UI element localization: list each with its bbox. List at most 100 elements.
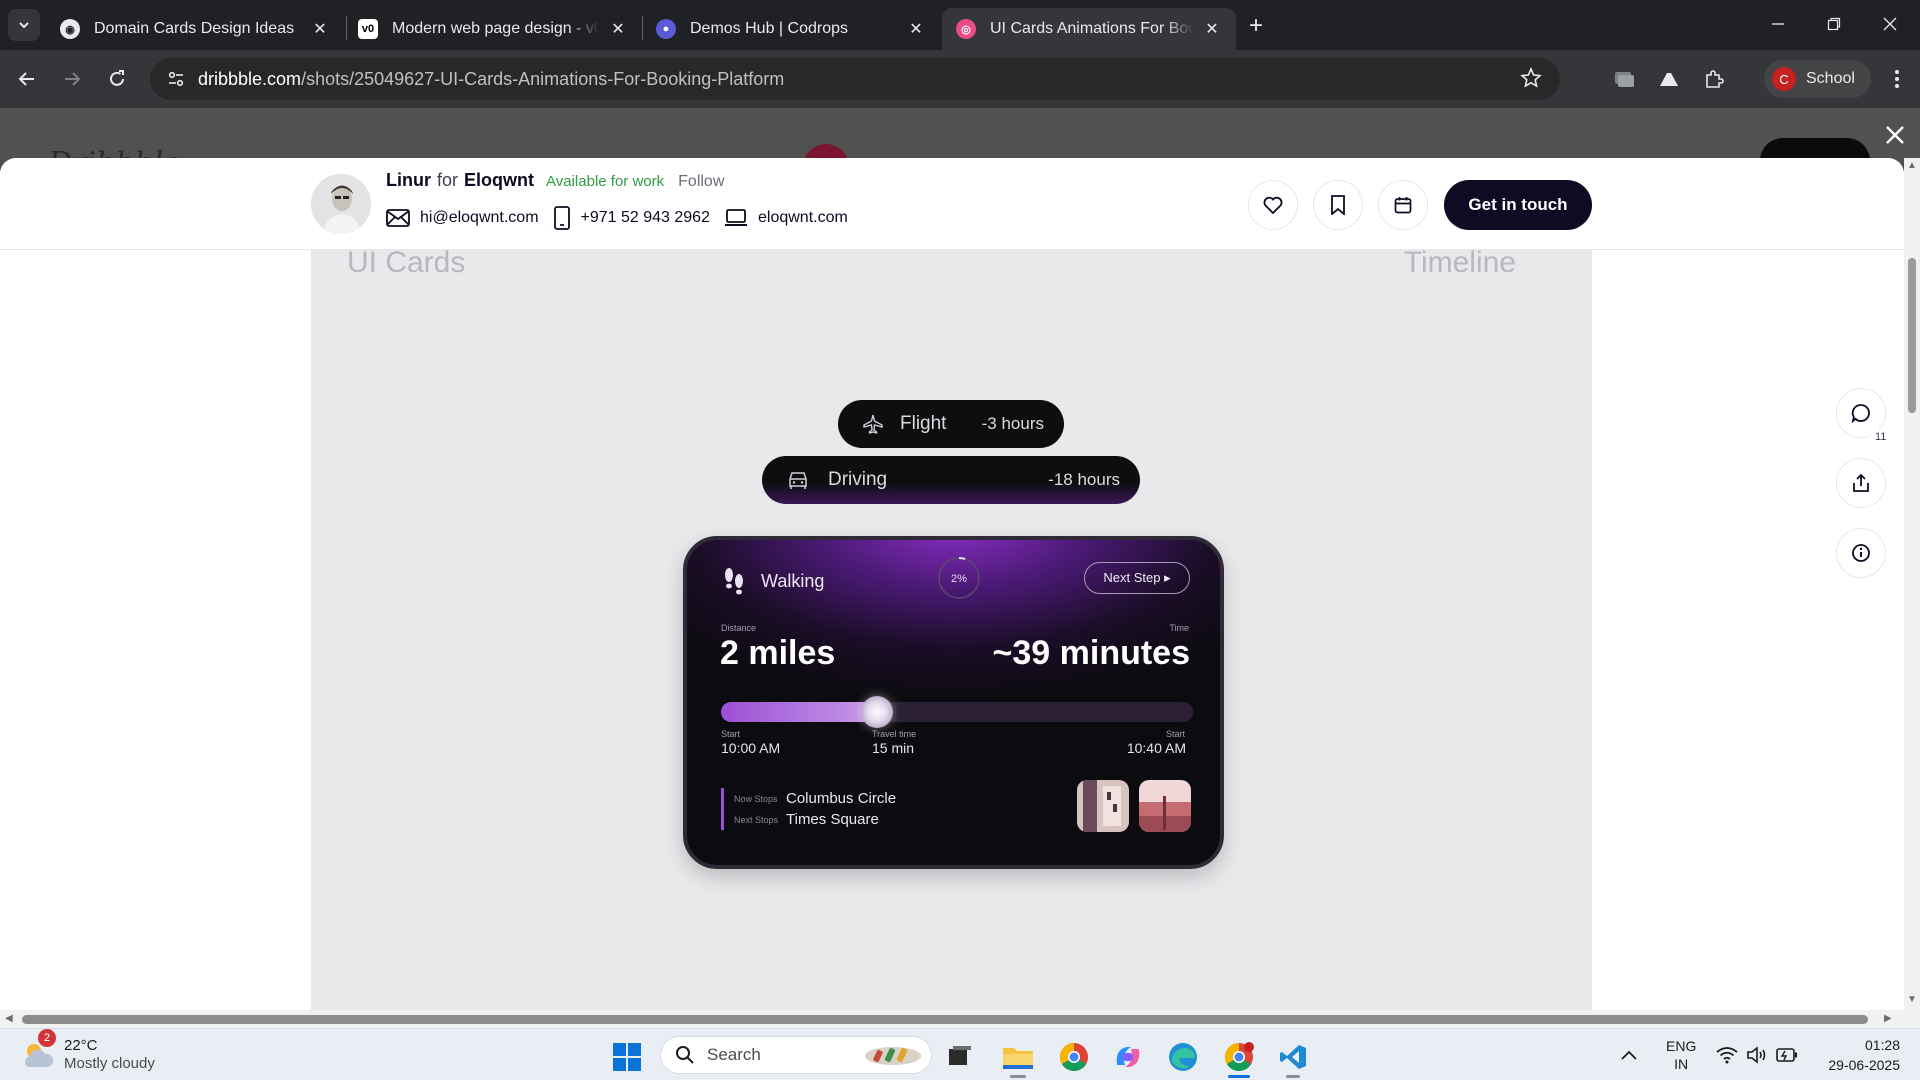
task-view-icon: [949, 1046, 971, 1065]
walking-label: Walking: [761, 570, 825, 591]
close-tab-icon[interactable]: ✕: [310, 19, 330, 39]
minimize-button[interactable]: [1750, 8, 1806, 40]
running-indicator: [1286, 1075, 1300, 1078]
copilot-button[interactable]: [1108, 1037, 1148, 1077]
vscode-button[interactable]: [1273, 1037, 1313, 1077]
browser-toolbar: dribbble.com/shots/25049627-UI-Cards-Ani…: [0, 50, 1920, 108]
bookmark-star-icon[interactable]: [1520, 66, 1542, 94]
website-text: eloqwnt.com: [757, 209, 848, 226]
volume-status[interactable]: [1746, 1029, 1768, 1080]
site-settings-icon[interactable]: [156, 59, 196, 99]
stop-photo-1[interactable]: [1077, 780, 1129, 832]
close-tab-icon[interactable]: ✕: [906, 19, 926, 39]
battery-status[interactable]: [1776, 1029, 1798, 1080]
running-indicator: [1010, 1075, 1026, 1078]
copilot-icon: [1116, 1047, 1140, 1067]
task-view-button[interactable]: [940, 1037, 980, 1077]
vertical-scroll-thumb[interactable]: [1908, 258, 1916, 413]
journey-slider-knob[interactable]: [861, 696, 893, 728]
weather-widget[interactable]: 2 22°C Mostly cloudy: [20, 1029, 155, 1080]
progress-ring: 2%: [938, 557, 980, 599]
schedule-button[interactable]: [1378, 180, 1428, 230]
puzzle-icon[interactable]: [1697, 62, 1731, 96]
battery-icon: [1776, 1048, 1797, 1062]
language-indicator[interactable]: ENG IN: [1666, 1029, 1696, 1080]
arrow-left-icon: [18, 72, 34, 86]
share-button[interactable]: [1836, 458, 1886, 508]
phone-contact[interactable]: +971 52 943 2962: [553, 206, 710, 230]
forward-button[interactable]: [55, 62, 89, 96]
vertical-scrollbar[interactable]: ▲ ▼: [1904, 158, 1920, 1010]
drive-extension-icon[interactable]: [1652, 62, 1686, 96]
walking-header: Walking: [721, 566, 824, 596]
horizontal-scrollbar[interactable]: ◀ ▶: [0, 1010, 1920, 1028]
time-value: ~39 minutes: [992, 634, 1190, 672]
close-window-button[interactable]: [1862, 8, 1918, 40]
like-button[interactable]: [1248, 180, 1298, 230]
for-text: for: [437, 170, 459, 190]
tab-4-active[interactable]: ◎ UI Cards Animations For Booking ✕: [942, 8, 1236, 50]
close-tab-icon[interactable]: ✕: [608, 19, 628, 39]
distance-value: 2 miles: [720, 634, 836, 672]
active-indicator: [1228, 1075, 1250, 1078]
start-time: 10:00 AM: [721, 740, 781, 756]
v0-icon: v0: [358, 19, 378, 39]
tab-2[interactable]: v0 Modern web page design - v0 by ✕: [344, 8, 642, 50]
scroll-left-arrow-icon[interactable]: ◀: [5, 1013, 13, 1024]
tab-search-extension-icon[interactable]: [1607, 62, 1641, 96]
scroll-down-arrow-icon[interactable]: ▼: [1907, 994, 1917, 1005]
language-code: ENG: [1666, 1038, 1697, 1054]
restore-button[interactable]: [1806, 8, 1862, 40]
profile-button[interactable]: C School: [1764, 60, 1871, 98]
end-label: Start: [1165, 729, 1185, 739]
bookmark-icon: [1331, 195, 1345, 215]
reload-button[interactable]: [100, 62, 134, 96]
back-button[interactable]: [10, 62, 44, 96]
close-icon: [1886, 126, 1904, 144]
availability-status[interactable]: Available for work: [546, 173, 664, 190]
show-hidden-icons-button[interactable]: [1620, 1029, 1638, 1080]
follow-link[interactable]: Follow: [678, 173, 724, 191]
next-step-button[interactable]: Next Step ▸: [1084, 562, 1190, 594]
horizontal-scroll-thumb[interactable]: [22, 1015, 1868, 1024]
laptop-icon: [724, 209, 747, 226]
system-clock[interactable]: 01:28 29-06-2025: [1808, 1035, 1900, 1075]
get-in-touch-button[interactable]: Get in touch: [1444, 180, 1592, 230]
tab-title: Modern web page design - v0 by: [392, 20, 600, 37]
shot-image: UI Cards Timeline Flight -3 hours Drivin…: [311, 250, 1592, 1010]
details-button[interactable]: [1836, 528, 1886, 578]
chrome-button[interactable]: [1054, 1037, 1094, 1077]
website-contact[interactable]: eloqwnt.com: [724, 208, 848, 228]
wifi-status[interactable]: [1716, 1029, 1738, 1080]
journey-slider[interactable]: [721, 696, 1193, 728]
scroll-up-arrow-icon[interactable]: ▲: [1907, 160, 1917, 171]
email-contact[interactable]: hi@eloqwnt.com: [386, 209, 539, 227]
taskbar-search[interactable]: Search: [660, 1036, 932, 1074]
file-explorer-button[interactable]: [998, 1037, 1038, 1077]
close-shot-button[interactable]: [1880, 120, 1910, 150]
tab-title: UI Cards Animations For Booking: [990, 20, 1194, 37]
tab-1[interactable]: ◉ Domain Cards Design Ideas ✕: [46, 8, 344, 50]
address-bar[interactable]: dribbble.com/shots/25049627-UI-Cards-Ani…: [150, 58, 1560, 100]
close-tab-icon[interactable]: ✕: [1202, 19, 1222, 39]
browser-menu-button[interactable]: [1880, 62, 1914, 96]
author-name[interactable]: Linur: [386, 170, 431, 191]
search-placeholder: Search: [707, 1045, 761, 1064]
start-button[interactable]: [607, 1037, 647, 1077]
author-avatar[interactable]: [311, 174, 371, 234]
edge-button[interactable]: [1163, 1037, 1203, 1077]
new-tab-button[interactable]: +: [1242, 12, 1270, 40]
stop-photo-2[interactable]: [1139, 780, 1191, 832]
airplane-icon: [863, 414, 883, 434]
save-button[interactable]: [1313, 180, 1363, 230]
car-icon: [789, 472, 807, 489]
journey-slider-fill: [721, 702, 877, 722]
share-icon: [1853, 473, 1869, 492]
next-stops-label: Next Stops: [734, 814, 779, 825]
now-stops-label: Now Stops: [734, 793, 778, 804]
tab-search-button[interactable]: [8, 9, 40, 41]
chrome-profile-button[interactable]: [1219, 1037, 1259, 1077]
scroll-right-arrow-icon[interactable]: ▶: [1884, 1013, 1892, 1024]
team-name[interactable]: Eloqwnt: [464, 170, 534, 191]
tab-3[interactable]: ● Demos Hub | Codrops ✕: [642, 8, 940, 50]
